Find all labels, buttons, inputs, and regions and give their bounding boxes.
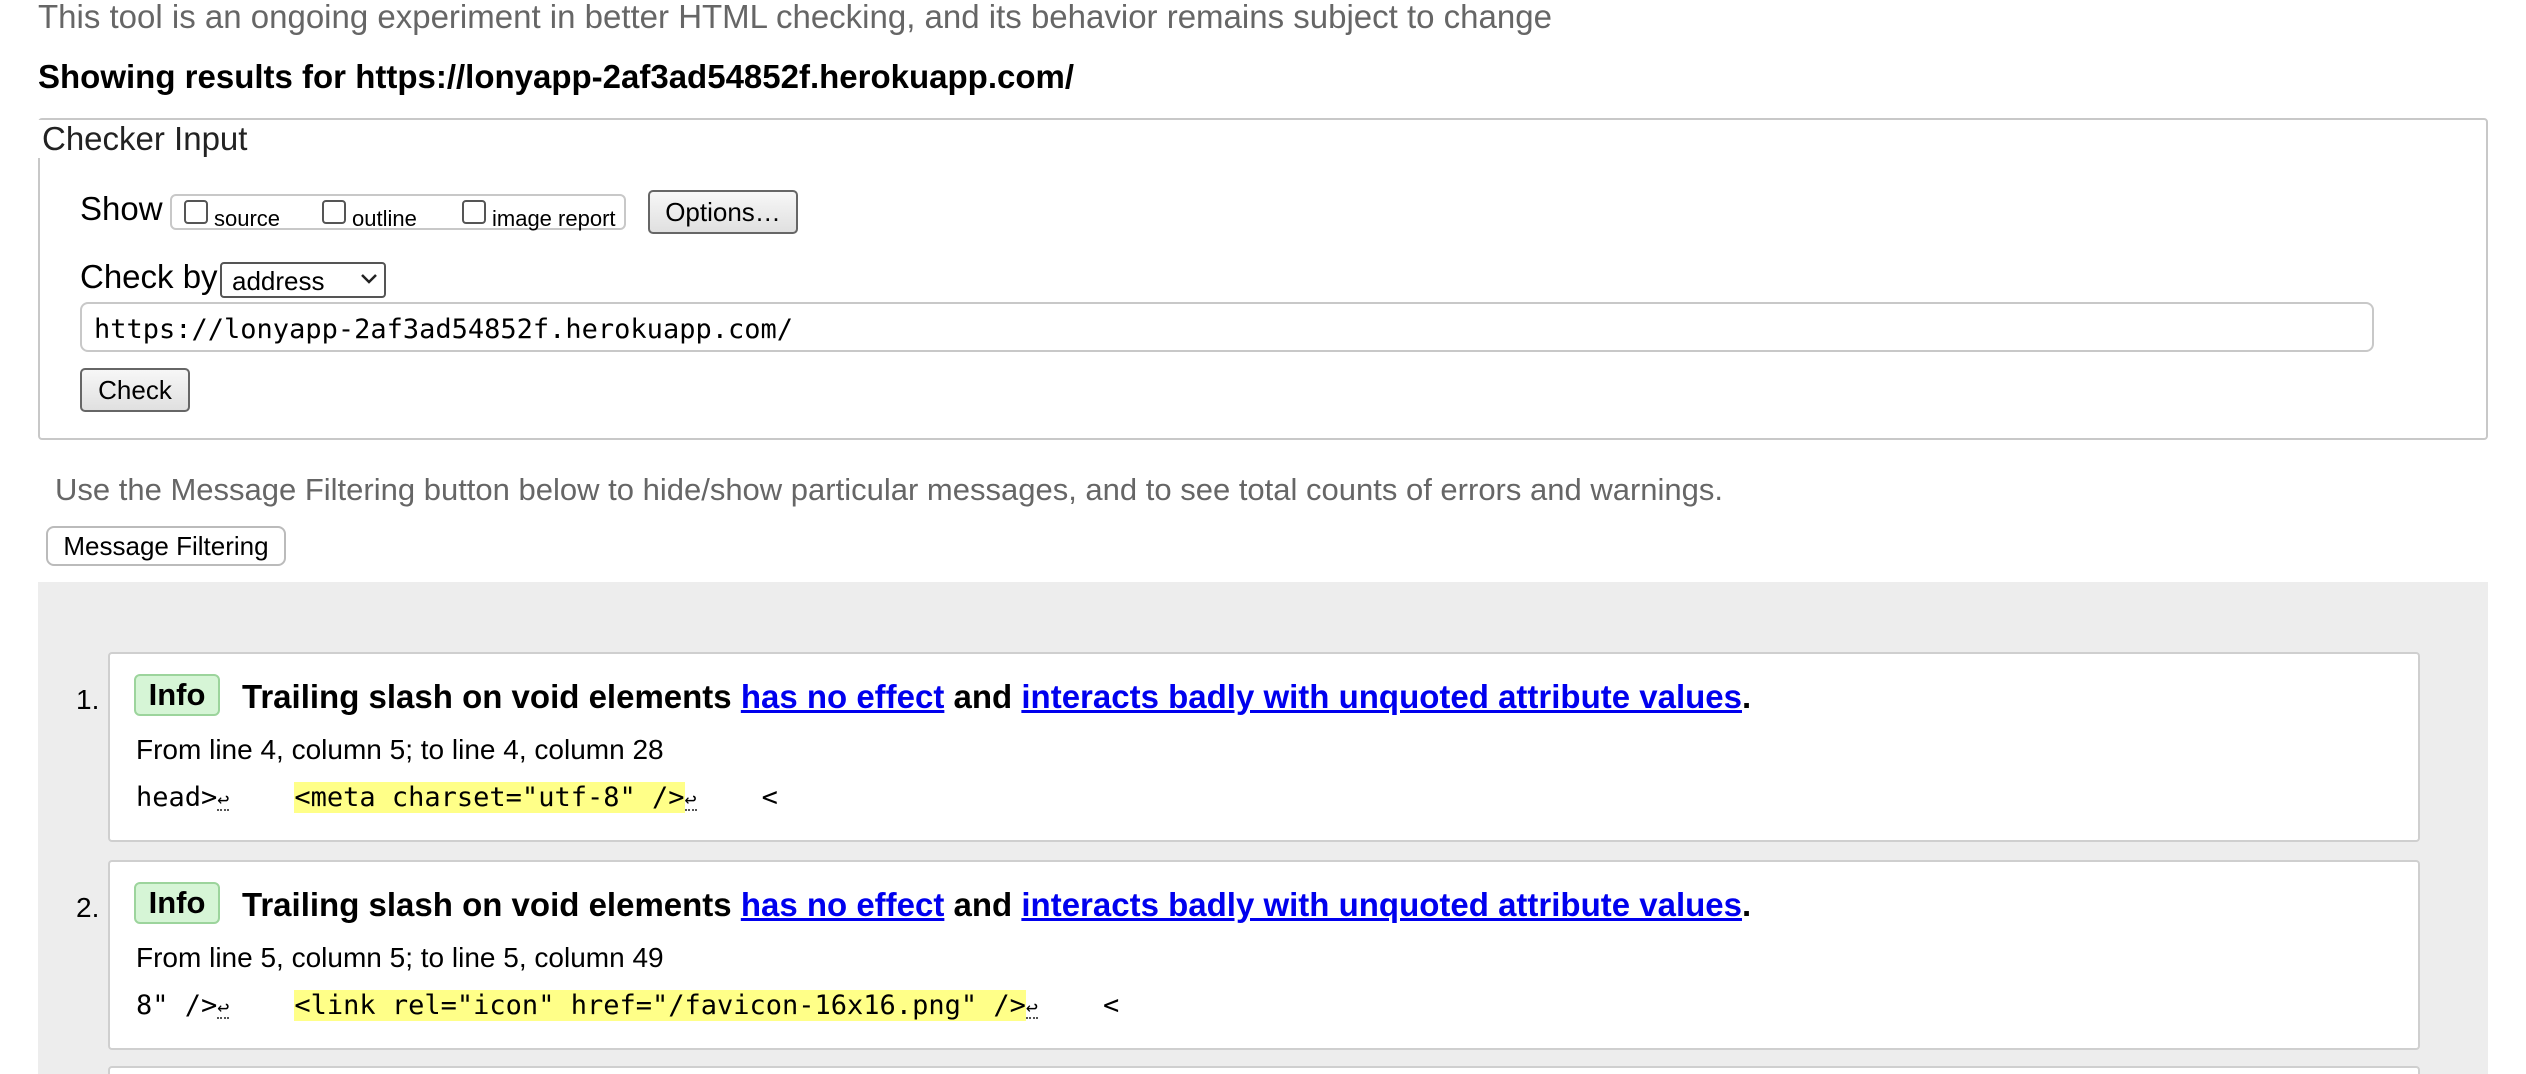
message-title: Trailing slash on void elements has no e… [242, 678, 1751, 716]
checker-input-legend: Checker Input [36, 120, 254, 158]
message-title-prefix: Trailing slash on void elements [242, 678, 741, 715]
return-icon: ↩ [217, 995, 230, 1019]
image-report-checkbox[interactable] [462, 200, 486, 224]
message-item: Info Trailing slash on void elements has… [108, 860, 2420, 1050]
image-report-checkbox-label[interactable]: image report [492, 206, 616, 232]
return-icon: ↩ [1025, 995, 1038, 1019]
intro-text: This tool is an ongoing experiment in be… [38, 0, 1552, 35]
message-title-suffix: . [1741, 678, 1752, 715]
message-number: 1. [76, 684, 100, 715]
extract-after: < [1102, 990, 1120, 1021]
outline-checkbox[interactable] [322, 200, 346, 224]
extract-highlight: <link rel="icon" href="/favicon-16x16.pn… [294, 990, 1026, 1021]
source-checkbox-label[interactable]: source [214, 206, 280, 232]
extract-after: < [761, 782, 778, 813]
extract-before: 8" /> [136, 990, 218, 1021]
message-title: Trailing slash on void elements has no e… [242, 886, 1751, 924]
url-input[interactable]: https://lonyapp-2af3ad54852f.herokuapp.c… [80, 302, 2374, 352]
extract-before: head> [136, 782, 218, 813]
info-badge: Info [134, 882, 220, 924]
message-title-suffix: . [1741, 886, 1752, 923]
message-title-mid: and [944, 678, 1022, 715]
message-location: From line 5, column 5; to line 5, column… [136, 942, 664, 973]
message-item [108, 1066, 2420, 1074]
message-filtering-button[interactable]: Message Filtering [46, 526, 286, 566]
message-title-mid: and [944, 886, 1022, 923]
check-button[interactable]: Check [80, 368, 190, 412]
info-badge: Info [134, 674, 220, 716]
url-input-value: https://lonyapp-2af3ad54852f.herokuapp.c… [94, 314, 793, 345]
message-extract: 8" />↩ <link rel="icon" href="/favicon-1… [136, 990, 1119, 1021]
check-by-selected-value: address [232, 266, 325, 296]
outline-checkbox-label[interactable]: outline [352, 206, 417, 232]
interacts-badly-link[interactable]: interacts badly with unquoted attribute … [1021, 678, 1742, 715]
message-title-prefix: Trailing slash on void elements [242, 886, 741, 923]
show-label: Show [80, 190, 163, 227]
validator-page: This tool is an ongoing experiment in be… [0, 0, 2526, 1074]
source-checkbox[interactable] [184, 200, 208, 224]
message-location: From line 4, column 5; to line 4, column… [136, 734, 664, 765]
interacts-badly-link[interactable]: interacts badly with unquoted attribute … [1021, 886, 1742, 923]
checker-input-fieldset [38, 118, 2488, 440]
show-options-group: source outline image report [170, 194, 626, 232]
extract-highlight: <meta charset="utf-8" /> [294, 782, 685, 813]
results-title: Showing results for https://lonyapp-2af3… [38, 58, 1075, 95]
has-no-effect-link[interactable]: has no effect [741, 678, 945, 715]
check-by-label: Check by [80, 258, 218, 295]
options-button[interactable]: Options… [648, 190, 798, 234]
message-extract: head>↩ <meta charset="utf-8" />↩ < [136, 782, 778, 813]
return-icon: ↩ [217, 787, 230, 811]
message-number: 2. [76, 892, 100, 923]
message-item: Info Trailing slash on void elements has… [108, 652, 2420, 842]
return-icon: ↩ [684, 787, 697, 811]
has-no-effect-link[interactable]: has no effect [741, 886, 945, 923]
check-by-select[interactable]: address [220, 262, 386, 298]
chevron-down-icon [361, 274, 377, 284]
message-filtering-note: Use the Message Filtering button below t… [55, 472, 1724, 507]
